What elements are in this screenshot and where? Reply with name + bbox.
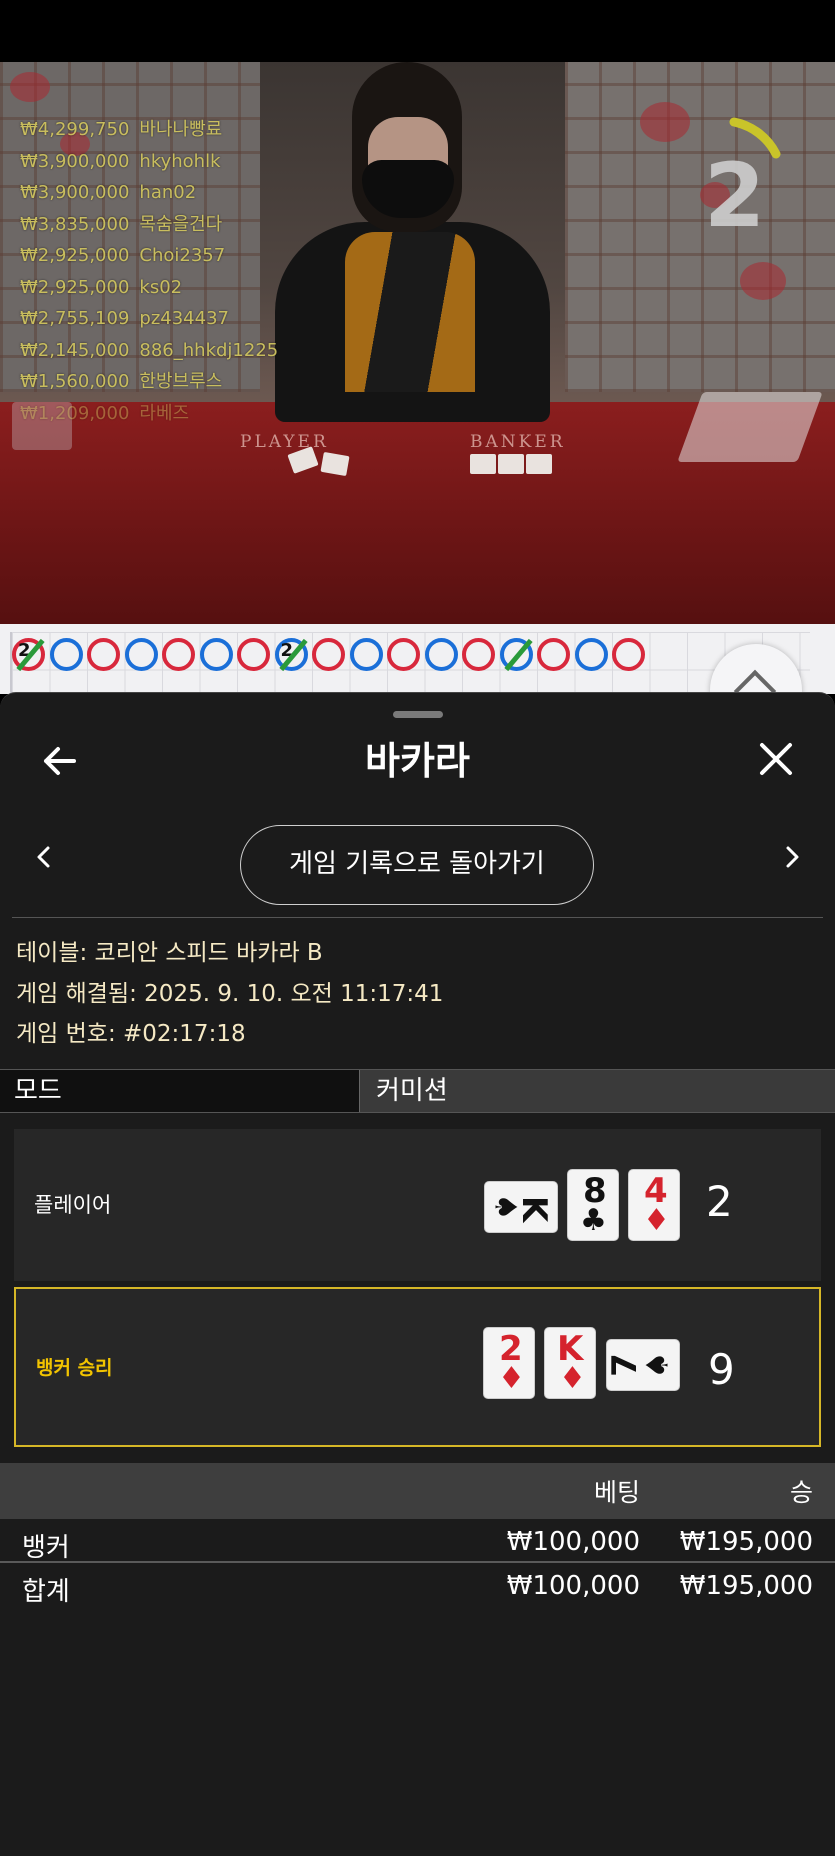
bets-header: 베팅 승 bbox=[0, 1463, 835, 1519]
game-info: 테이블: 코리안 스피드 바카라 B 게임 해결됨: 2025. 9. 10. … bbox=[16, 933, 443, 1055]
bead-result bbox=[124, 638, 158, 671]
playing-card: K ♠ bbox=[484, 1181, 558, 1233]
table-label-player: PLAYER bbox=[240, 432, 329, 452]
live-video: PLAYER BANKER ₩4,299,750 바나나빵료 ₩3,900,000… bbox=[0, 62, 835, 624]
bead-result: 2 bbox=[274, 638, 308, 672]
round-countdown: 2 bbox=[698, 114, 798, 240]
playing-card: K ♦ bbox=[544, 1327, 596, 1399]
total-bet: ₩100,000 bbox=[506, 1571, 640, 1601]
player-label: 플레이어 bbox=[34, 1193, 112, 1217]
bead-result bbox=[612, 638, 645, 671]
sheet-grab-handle[interactable] bbox=[393, 711, 443, 718]
bead-result bbox=[349, 638, 383, 671]
tab-commission[interactable]: 커미션 bbox=[360, 1070, 835, 1112]
win-amount: ₩195,000 bbox=[679, 1527, 813, 1557]
resolved-time: 게임 해결됨: 2025. 9. 10. 오전 11:17:41 bbox=[16, 980, 444, 1007]
tab-bar: 모드 커미션 bbox=[0, 1069, 835, 1113]
card-shoe bbox=[677, 392, 823, 462]
bead-result bbox=[387, 638, 420, 671]
row-divider bbox=[0, 1561, 835, 1563]
back-to-history-button[interactable]: 게임 기록으로 돌아가기 bbox=[240, 825, 594, 905]
playing-card: 8 ♣ bbox=[567, 1169, 619, 1241]
bead-result bbox=[424, 638, 458, 671]
blossom-decor bbox=[10, 72, 50, 102]
table-card bbox=[498, 454, 524, 474]
winner-row: ₩3,900,000 hkyhohlk bbox=[20, 150, 221, 172]
blossom-decor bbox=[740, 262, 786, 300]
winner-row: ₩1,560,000 한방브루스 bbox=[20, 371, 223, 392]
road-map[interactable]: 22 bbox=[0, 624, 835, 694]
close-icon[interactable] bbox=[756, 739, 796, 779]
table-name: 테이블: 코리안 스피드 바카라 B bbox=[16, 940, 323, 966]
chevron-right-icon[interactable] bbox=[780, 845, 804, 869]
player-hand: 플레이어 K ♠ 8 ♣ 4 ♦ 2 bbox=[14, 1129, 821, 1281]
bead-result: 2 bbox=[12, 638, 45, 672]
banker-score: 9 bbox=[708, 1345, 735, 1394]
winner-row: ₩2,925,000 ks02 bbox=[20, 276, 183, 298]
bead-result bbox=[574, 638, 608, 671]
game-history-sheet: 바카라 게임 기록으로 돌아가기 테이블: 코리안 스피드 바카라 B 게임 해… bbox=[0, 692, 835, 1856]
game-number: 게임 번호: #02:17:18 bbox=[16, 1021, 246, 1047]
bet-amount: ₩100,000 bbox=[506, 1527, 640, 1557]
banker-win-label: 뱅커 승리 bbox=[36, 1357, 113, 1379]
playing-card: 4 ♦ bbox=[628, 1169, 680, 1241]
total-win: ₩195,000 bbox=[679, 1571, 813, 1601]
bead-result bbox=[199, 638, 233, 671]
bet-name: 뱅커 bbox=[22, 1533, 70, 1563]
winner-row: ₩2,925,000 Choi2357 bbox=[20, 245, 226, 266]
bead-result bbox=[237, 638, 270, 671]
blossom-decor bbox=[640, 102, 690, 142]
sheet-title: 바카라 bbox=[365, 739, 470, 783]
chevron-up-icon bbox=[733, 669, 777, 694]
bead-result bbox=[49, 638, 83, 671]
bead-result bbox=[312, 638, 345, 671]
divider bbox=[12, 917, 823, 918]
player-score: 2 bbox=[706, 1177, 733, 1226]
winner-row: ₩4,299,750 바나나빵료 bbox=[20, 119, 223, 140]
chevron-left-icon[interactable] bbox=[32, 845, 56, 869]
winner-row: ₩1,209,000 라베즈 bbox=[20, 402, 190, 424]
bead-result bbox=[87, 638, 120, 671]
win-column-header: 승 bbox=[789, 1478, 813, 1507]
table-card bbox=[470, 454, 496, 474]
banker-hand: 뱅커 승리 2 ♦ K ♦ 7 ♠ 9 bbox=[14, 1287, 821, 1447]
bead-result bbox=[162, 638, 195, 671]
total-row: 합계 ₩100,000 ₩195,000 bbox=[0, 1567, 835, 1611]
bead-result bbox=[462, 638, 495, 671]
bead-result bbox=[537, 638, 570, 671]
bet-column-header: 베팅 bbox=[593, 1478, 640, 1507]
winner-row: ₩3,900,000 han02 bbox=[20, 182, 197, 203]
bead-result bbox=[499, 638, 533, 672]
table-label-banker: BANKER bbox=[470, 432, 566, 452]
table-card bbox=[320, 451, 350, 477]
countdown-number: 2 bbox=[704, 144, 766, 247]
winner-row: ₩3,835,000 목숨을건다 bbox=[20, 213, 223, 235]
winner-row: ₩2,145,000 886_hhkdj1225 bbox=[20, 339, 279, 361]
playing-card: 7 ♠ bbox=[605, 1339, 680, 1391]
lattice-screen-right bbox=[565, 62, 835, 392]
winner-row: ₩2,755,109 pz434437 bbox=[20, 308, 229, 329]
total-label: 합계 bbox=[22, 1577, 70, 1607]
winners-list: ₩4,299,750 바나나빵료 ₩3,900,000 hkyhohlk ₩3,90… bbox=[20, 114, 278, 429]
playing-card: 2 ♦ bbox=[483, 1327, 535, 1399]
tab-mode[interactable]: 모드 bbox=[0, 1070, 360, 1112]
dealer-lapel bbox=[345, 232, 475, 392]
table-card bbox=[526, 454, 552, 474]
